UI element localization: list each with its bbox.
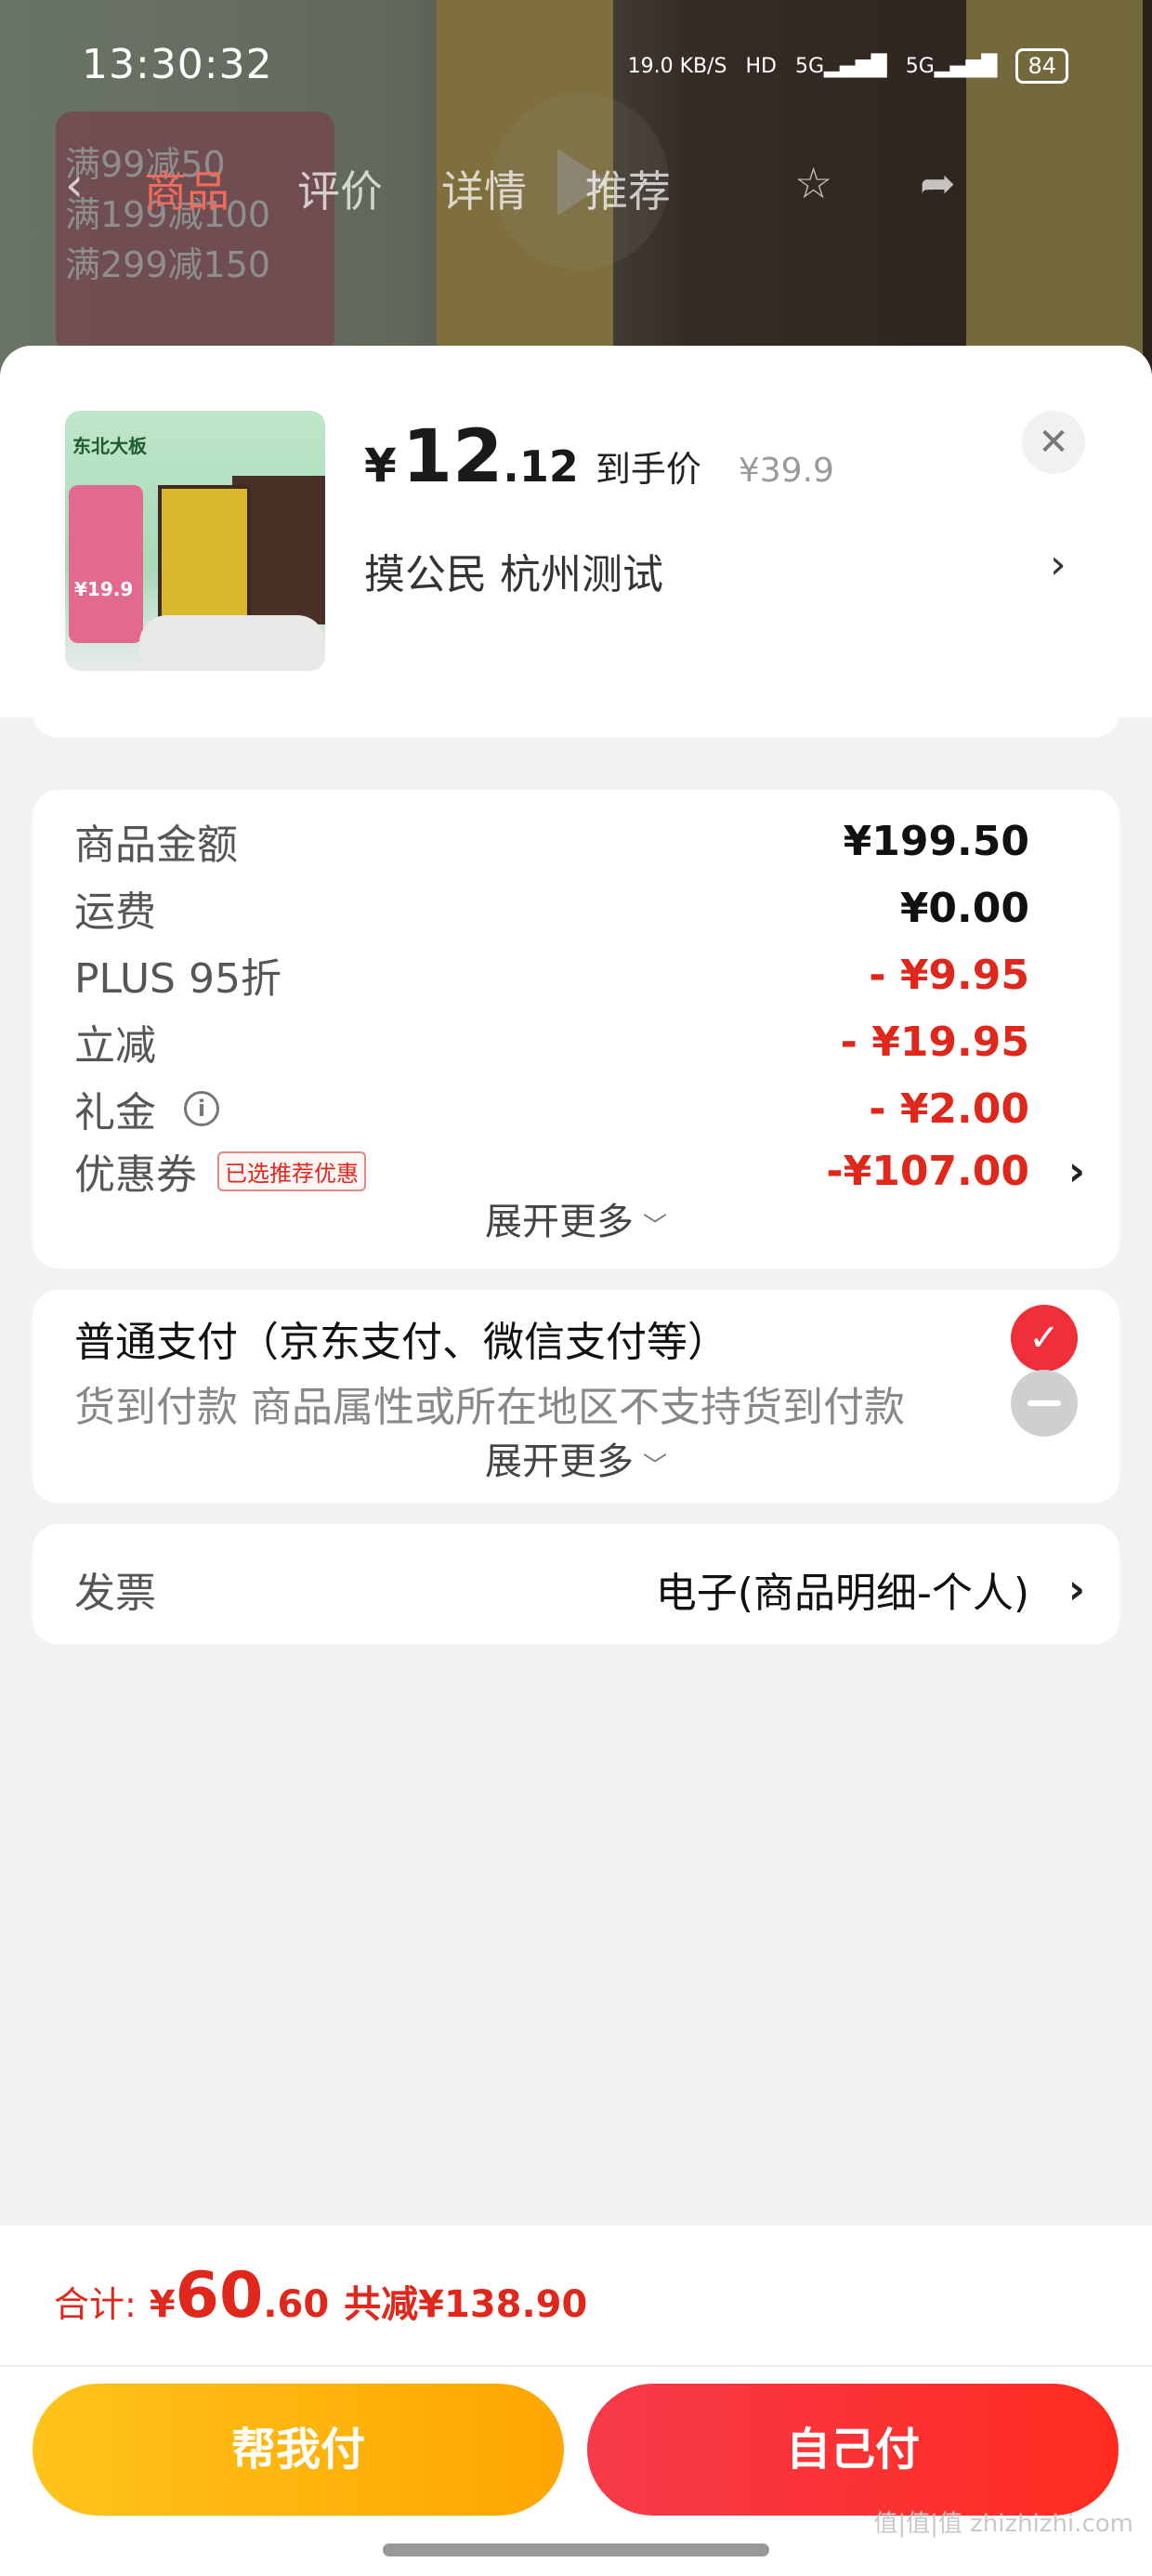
info-icon[interactable]: i [184, 1091, 219, 1126]
tab-goods[interactable]: 商品 [144, 158, 229, 219]
expand-label: 展开更多 [484, 1440, 634, 1483]
favorite-star-icon[interactable]: ☆ [794, 158, 832, 208]
chevron-right-icon[interactable]: › [1068, 1148, 1085, 1195]
tab-reviews[interactable]: 评价 [297, 158, 383, 219]
battery-icon: 84 [1015, 48, 1068, 84]
check-selected-icon[interactable]: ✓ [1011, 1305, 1078, 1372]
cost-label-wrap: 礼金 i [74, 1079, 219, 1138]
status-time: 13:30:32 [82, 41, 273, 88]
divider [0, 2365, 1152, 2367]
cost-label: 礼金 [74, 1089, 156, 1137]
close-icon: ✕ [1038, 421, 1069, 464]
cost-row-gift: 礼金 i - ¥2.00 [74, 1076, 1029, 1141]
payment-option-cod: 货到付款 商品属性或所在地区不支持货到付款 [74, 1366, 1078, 1440]
thumb-stand [139, 615, 325, 671]
status-bar: 13:30:32 19.0 KB/S HD 5G▂▄▆█ 5G▂▄▆█ 84 [0, 28, 1152, 112]
cost-breakdown: 商品金额 ¥199.50 运费 ¥0.00 PLUS 95折 - ¥9.95 立… [33, 790, 1119, 1268]
total-label: 合计: [54, 2284, 137, 2325]
original-price: ¥39.9 [738, 452, 834, 490]
background-nav-tabs: ‹ 商品 评价 详情 推荐 ☆ ➦ [0, 158, 1152, 223]
payment-label: 货到付款 商品属性或所在地区不支持货到付款 [74, 1384, 905, 1431]
expand-more-button[interactable]: 展开更多 ﹀ [33, 1191, 1119, 1245]
total-integer: 60 [175, 2259, 264, 2333]
price-symbol: ¥ [364, 439, 397, 493]
expand-label: 展开更多 [484, 1201, 634, 1243]
cost-value: - ¥19.95 [840, 1018, 1029, 1066]
cost-label: 商品金额 [74, 821, 238, 869]
invoice-value: 电子(商品明细-个人) [655, 1570, 1029, 1617]
tab-recommend[interactable]: 推荐 [585, 158, 671, 219]
payment-label: 普通支付（京东支付、微信支付等） [74, 1319, 728, 1366]
pay-myself-button[interactable]: 自己付 [587, 2384, 1119, 2516]
cost-value: - ¥9.95 [869, 951, 1029, 999]
payment-option-normal[interactable]: 普通支付（京东支付、微信支付等） ✓ [74, 1301, 1078, 1375]
disabled-minus-icon [1011, 1370, 1078, 1437]
invoice-label: 发票 [74, 1570, 156, 1617]
price-integer: 12 [401, 415, 504, 499]
coupon-badge: 已选推荐优惠 [217, 1150, 366, 1191]
cost-label: 运费 [74, 888, 156, 936]
back-arrow-icon[interactable]: ‹ [65, 158, 84, 212]
product-summary: 东北大板 ¥19.9 ¥ 12 .12 到手价 ¥39.9 摸公民 杭州测试 ›… [0, 346, 1152, 717]
cost-row-discount: 立减 - ¥19.95 [74, 1009, 1029, 1074]
signal-icon: 5G▂▄▆█ [794, 54, 887, 78]
cost-label: 立减 [74, 1022, 156, 1070]
status-icons: 19.0 KB/S HD 5G▂▄▆█ 5G▂▄▆█ 84 [628, 48, 1068, 84]
cost-value: ¥0.00 [899, 884, 1029, 932]
thumb-price: ¥19.9 [74, 578, 134, 600]
bottom-bar: 合计: ¥ 60 .60 共减¥138.90 帮我付 自己付 值|值|值 zhi… [0, 2226, 1152, 2576]
product-thumbnail: 东北大板 ¥19.9 [65, 411, 325, 671]
order-total: 合计: ¥ 60 .60 共减¥138.90 [54, 2259, 587, 2333]
thumb-promo [69, 485, 143, 643]
total-decimal: .60 [263, 2283, 330, 2326]
total-symbol: ¥ [149, 2283, 176, 2326]
invoice-row[interactable]: 发票 电子(商品明细-个人) › [74, 1557, 1085, 1622]
net-speed: 19.0 KB/S [627, 54, 727, 78]
payment-methods: 普通支付（京东支付、微信支付等） ✓ 货到付款 商品属性或所在地区不支持货到付款… [33, 1290, 1119, 1504]
share-icon[interactable]: ➦ [920, 158, 956, 208]
thumb-box-yellow [158, 485, 251, 634]
close-button[interactable]: ✕ [1022, 411, 1085, 474]
total-saving: 共减¥138.90 [344, 2283, 588, 2326]
cost-row-plus: PLUS 95折 - ¥9.95 [74, 942, 1029, 1007]
thumb-brand: 东北大板 [72, 435, 147, 457]
cost-value: -¥107.00 [826, 1147, 1029, 1195]
cost-value: - ¥2.00 [869, 1084, 1029, 1133]
hd-icon: HD [745, 54, 777, 78]
chevron-down-icon: ﹀ [642, 1452, 667, 1480]
price-decimal: .12 [503, 441, 579, 492]
signal-icon: 5G▂▄▆█ [905, 54, 998, 78]
chevron-down-icon: ﹀ [642, 1213, 667, 1241]
cost-label: PLUS 95折 [74, 955, 281, 1003]
chevron-right-icon[interactable]: › [1068, 1566, 1085, 1613]
cost-value: ¥199.50 [843, 817, 1029, 865]
background-product-page: 满99减50 满199减100 满299减150 ‹ 商品 评价 详情 推荐 ☆… [0, 0, 1152, 390]
delivery-address[interactable]: 摸公民 杭州测试 [364, 541, 663, 600]
chevron-right-icon[interactable]: › [1050, 541, 1067, 588]
home-indicator[interactable] [383, 2543, 769, 2556]
tab-details[interactable]: 详情 [441, 158, 527, 219]
watermark: 值|值|值 zhizhizhi.com [873, 2510, 1133, 2538]
price-tag: 到手价 [595, 449, 701, 490]
cost-row-shipping: 运费 ¥0.00 [74, 875, 1029, 940]
cost-row-goods: 商品金额 ¥199.50 [74, 808, 1029, 874]
final-price: ¥ 12 .12 到手价 ¥39.9 [364, 415, 834, 499]
expand-more-button[interactable]: 展开更多 ﹀ [33, 1431, 1119, 1485]
invoice-card[interactable]: 发票 电子(商品明细-个人) › [33, 1524, 1119, 1645]
card-remnant [33, 691, 1119, 738]
help-me-pay-button[interactable]: 帮我付 [33, 2384, 564, 2516]
